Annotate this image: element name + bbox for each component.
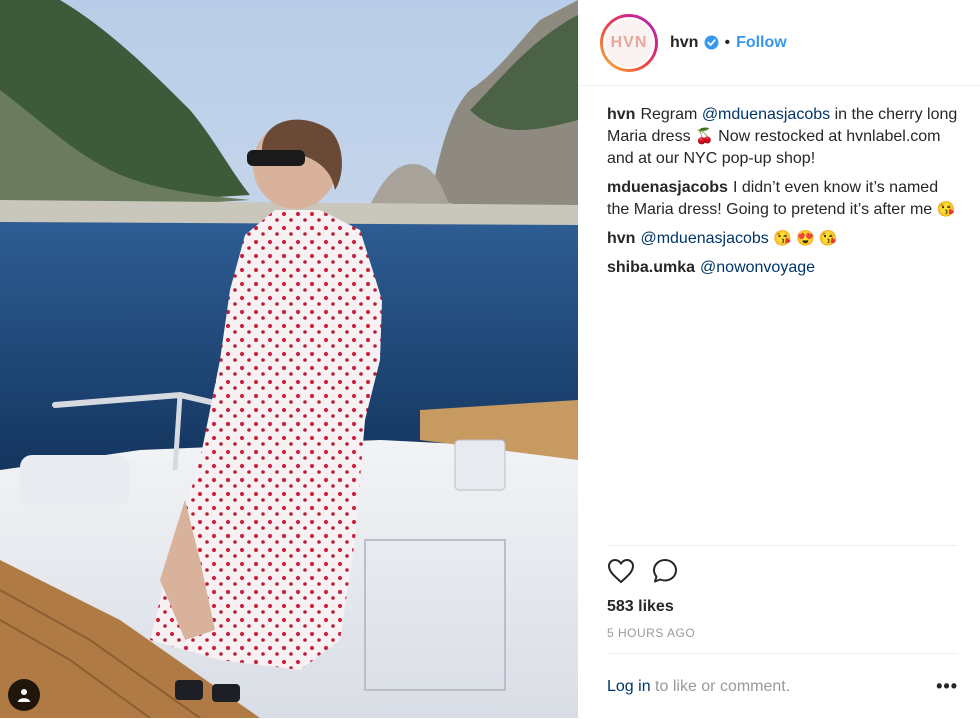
login-prompt-text: to like or comment. [650, 677, 791, 695]
instagram-post: HVN hvn • Follow hvn Regram @mduenasjacob… [0, 0, 980, 718]
emoji: 😘 😍 😘 [773, 230, 838, 247]
comment-username[interactable]: mduenasjacobs [607, 179, 728, 196]
comments-list: hvn Regram @mduenasjacobs in the cherry l… [578, 86, 980, 279]
photo-scene [0, 0, 578, 718]
comment-username[interactable]: hvn [607, 230, 635, 247]
comment-item: hvn @mduenasjacobs 😘 😍 😘 [607, 228, 958, 250]
separator-dot: • [724, 33, 731, 51]
login-link[interactable]: Log in [607, 678, 651, 695]
username-link[interactable]: hvn [670, 34, 698, 52]
follow-button[interactable]: Follow [736, 34, 787, 52]
login-prompt: Log in to like or comment. [607, 678, 790, 696]
comment-text: Regram [640, 106, 702, 123]
comment-item: mduenasjacobs I didn’t even know it’s nam… [607, 177, 958, 221]
comment-username[interactable]: shiba.umka [607, 259, 695, 276]
avatar-logo-text: HVN [605, 18, 653, 67]
post-actions: 583 likes 5 HOURS AGO [607, 545, 958, 640]
avatar[interactable]: HVN [600, 13, 658, 72]
post-side-panel: HVN hvn • Follow hvn Regram @mduenasjacob… [578, 0, 980, 718]
post-timestamp[interactable]: 5 HOURS AGO [607, 626, 958, 640]
person-tag-icon[interactable] [8, 679, 40, 711]
post-header: HVN hvn • Follow [578, 0, 980, 86]
post-footer: Log in to like or comment. ••• [607, 653, 958, 719]
avatar-frame: HVN [603, 16, 655, 69]
comment-item: hvn Regram @mduenasjacobs in the cherry l… [607, 104, 958, 170]
verified-badge-icon [704, 35, 719, 50]
mention-link[interactable]: @mduenasjacobs [702, 106, 830, 123]
emoji: 😘 [936, 201, 956, 218]
comment-username[interactable]: hvn [607, 106, 635, 123]
action-row [607, 558, 958, 588]
more-options-icon[interactable]: ••• [936, 676, 958, 697]
post-photo[interactable] [0, 0, 578, 718]
heart-icon[interactable] [607, 558, 635, 589]
mention-link[interactable]: @mduenasjacobs [640, 230, 768, 247]
likes-count[interactable]: 583 likes [607, 598, 958, 616]
mention-link[interactable]: @nowonvoyage [700, 259, 815, 276]
emoji: 🍒 [695, 128, 714, 145]
comment-icon[interactable] [651, 557, 679, 590]
comment-item: shiba.umka @nowonvoyage [607, 257, 958, 279]
